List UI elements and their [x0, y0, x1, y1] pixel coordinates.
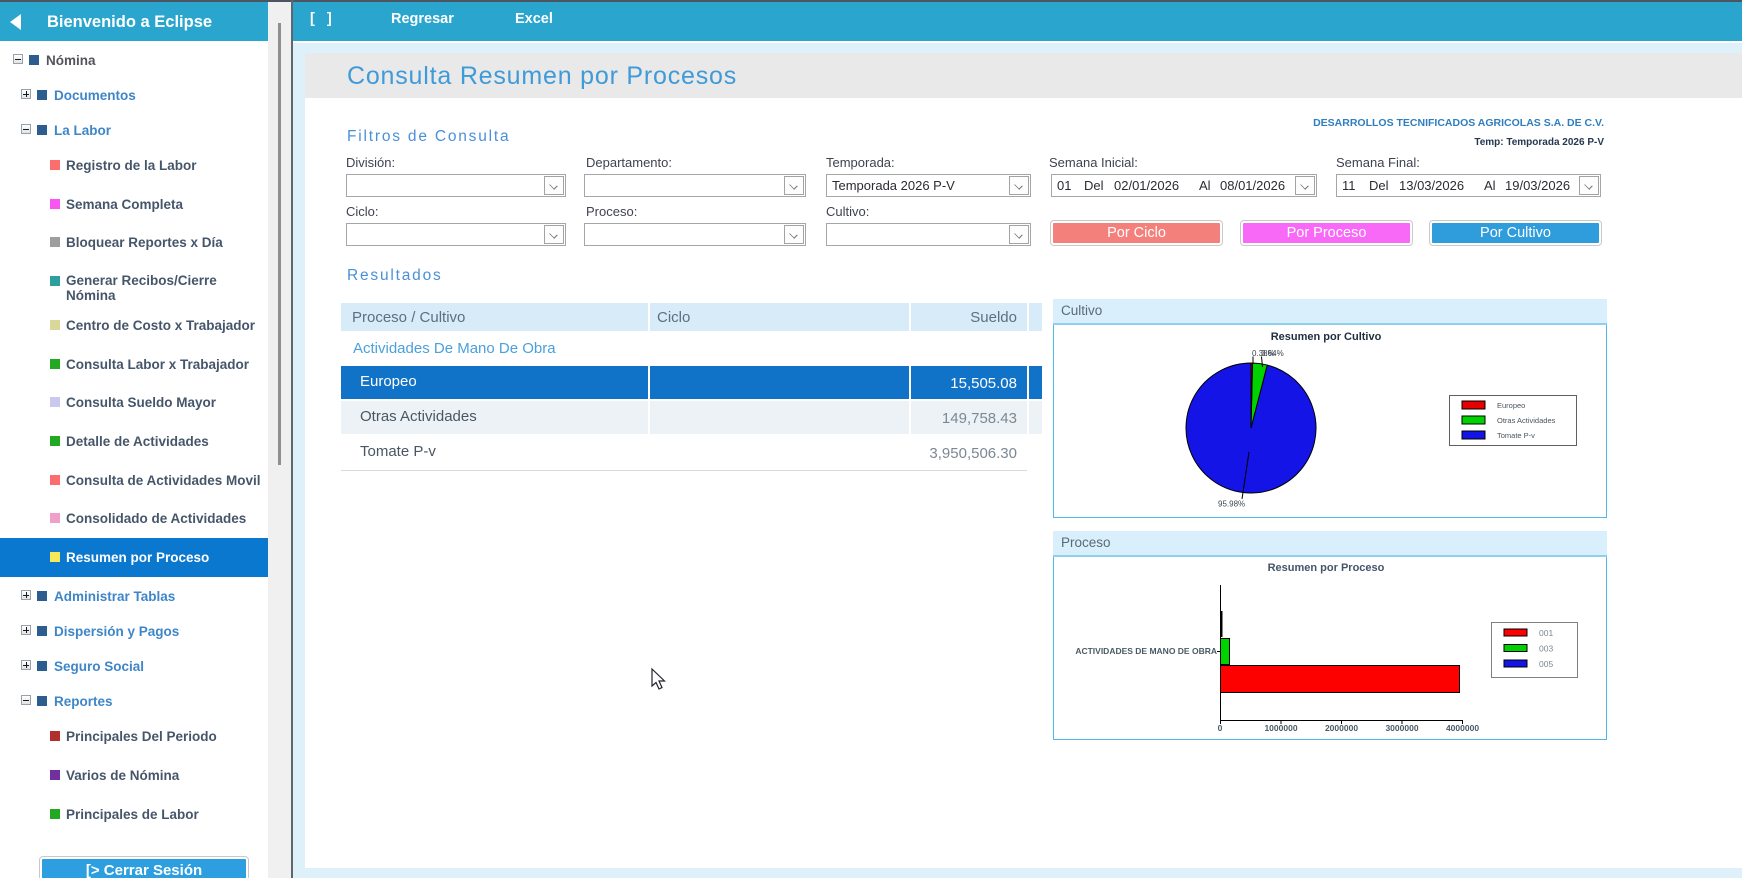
svg-text:Otras Actividades: Otras Actividades	[1497, 416, 1556, 425]
svg-text:1000000: 1000000	[1264, 723, 1297, 733]
svg-text:0: 0	[1218, 723, 1223, 733]
svg-text:3.64%: 3.64%	[1261, 349, 1284, 358]
svg-text:Tomate P-v: Tomate P-v	[1497, 431, 1535, 440]
svg-text:4000000: 4000000	[1446, 723, 1479, 733]
svg-text:005: 005	[1539, 659, 1553, 669]
svg-text:3000000: 3000000	[1385, 723, 1418, 733]
svg-text:ACTIVIDADES DE MANO DE OBRA: ACTIVIDADES DE MANO DE OBRA	[1075, 646, 1217, 656]
svg-text:001: 001	[1539, 628, 1553, 638]
svg-text:95.98%: 95.98%	[1218, 500, 1245, 509]
svg-text:003: 003	[1539, 644, 1553, 654]
svg-text:2000000: 2000000	[1325, 723, 1358, 733]
svg-text:Europeo: Europeo	[1497, 401, 1525, 410]
